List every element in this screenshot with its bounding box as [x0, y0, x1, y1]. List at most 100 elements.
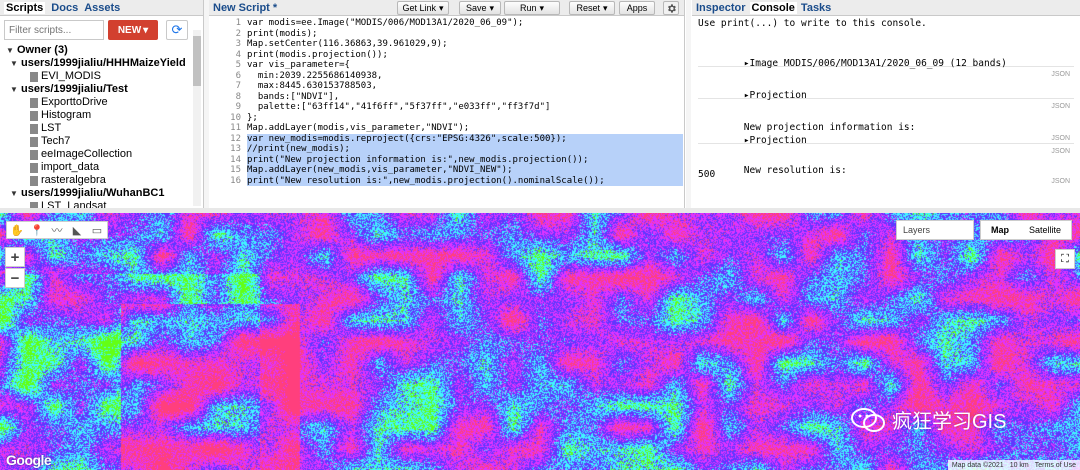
tree-item-label: EVI_MODIS [41, 70, 101, 82]
script-tree: ▼ Owner (3) ▼ users/1999jialiu/HHHMaizeYiel… [0, 44, 203, 208]
code-line[interactable]: var modis=ee.Image("MODIS/006/MOD13A1/20… [247, 18, 683, 29]
chevron-down-icon: ▾ [439, 2, 444, 13]
chevron-down-icon: ▾ [539, 2, 545, 13]
code-line[interactable]: print("New projection information is:",n… [247, 154, 683, 165]
layers-button[interactable]: Layers [896, 220, 974, 240]
scrollbar-thumb[interactable] [193, 36, 201, 86]
tab-tasks[interactable]: Tasks [801, 2, 831, 14]
chevron-down-icon: ▾ [143, 24, 149, 36]
chevron-down-icon: ▾ [602, 2, 608, 13]
marker-icon[interactable]: 📍 [27, 222, 47, 238]
tree-item[interactable]: ▼ users/1999jialiu/WuhanBC1 [6, 187, 203, 200]
file-icon [30, 175, 38, 186]
run-button[interactable]: Run ▾ [504, 1, 560, 15]
line-number: 15 [230, 165, 241, 175]
tree-item[interactable]: ▼ Owner (3) [6, 44, 203, 57]
line-number: 13 [230, 144, 241, 154]
new-button[interactable]: NEW ▾ [108, 20, 158, 40]
fullscreen-button[interactable]: ⛶ [1055, 249, 1075, 269]
tree-item-label: eeImageCollection [41, 148, 133, 160]
code-body[interactable]: 1 2 3 4 5 6 7 8 9 10 11 12 13 14 15 16 var modis=ee.Ima… [209, 16, 684, 208]
map-type-satellite[interactable]: Satellite [1019, 221, 1071, 239]
line-number: 14 [230, 154, 241, 165]
code-header: New Script * Get Link ▾ Save ▾ Run ▾ Reset ▾… [209, 0, 684, 16]
right-tabbar: Inspector Console Tasks [692, 0, 1080, 16]
code-line[interactable]: print(modis.projection()); [247, 50, 683, 61]
code-line[interactable]: var new_modis=modis.reproject({crs:"EPSG… [247, 133, 683, 144]
console-projection-entry-2[interactable]: ▸Projection JSON [698, 124, 1074, 155]
tree-item[interactable]: ExporttoDrive [6, 96, 203, 109]
line-number: 16 [230, 175, 241, 186]
code-line[interactable]: Map.addLayer(new_modis,vis_parameter,"ND… [247, 165, 683, 176]
tree-item[interactable]: import_data [6, 161, 203, 174]
console-image-entry[interactable]: ▸Image MODIS/006/MOD13A1/2020_06_09 (12 … [698, 47, 1074, 78]
code-line[interactable]: bands:["NDVI"], [247, 92, 683, 103]
save-label: Save [465, 3, 487, 13]
new-button-label: NEW [117, 24, 142, 36]
tab-docs[interactable]: Docs [51, 2, 78, 14]
refresh-button[interactable]: ⟳ [166, 20, 188, 40]
file-icon [30, 136, 38, 147]
console-output: Use print(...) to write to this console.… [692, 16, 1080, 185]
code-line[interactable]: var vis_parameter={ [247, 60, 683, 71]
file-icon [30, 71, 38, 82]
caret-down-icon[interactable]: ▼ [10, 83, 18, 96]
rectangle-icon[interactable]: ▭ [87, 222, 107, 238]
tree-item[interactable]: LST [6, 122, 203, 135]
map-view[interactable]: ✋ 📍 〰 ◣ ▭ + − Layers Map Satellite ⛶ 疯狂学… [0, 213, 1080, 470]
image-entry-text: Image MODIS/006/MOD13A1/2020_06_09 (12 b… [749, 58, 1007, 69]
tab-scripts[interactable]: Scripts [4, 1, 46, 14]
code-line[interactable]: min:2039.2255686140938, [247, 71, 683, 82]
tree-item[interactable]: EVI_MODIS [6, 70, 203, 83]
save-button[interactable]: Save ▾ [459, 1, 501, 15]
watermark: 疯狂学习GIS [850, 405, 1006, 434]
tree-item[interactable]: Histogram [6, 109, 203, 122]
apps-label: Apps [626, 3, 648, 13]
zoom-out-button[interactable]: − [5, 268, 25, 288]
tree-item-label: LST [41, 122, 62, 134]
splitter-right[interactable] [686, 0, 691, 208]
refresh-icon: ⟳ [171, 22, 183, 37]
code-line[interactable]: print("New resolution is:",new_modis.pro… [247, 175, 683, 186]
polygon-icon[interactable]: ◣ [67, 222, 87, 238]
tree-item[interactable]: LST_Landsat [6, 200, 203, 208]
map-attribution: Map data ©2021 10 km Terms of Use [947, 460, 1080, 470]
gear-icon [667, 3, 676, 13]
tab-assets[interactable]: Assets [84, 2, 120, 14]
reset-button[interactable]: Reset ▾ [569, 1, 615, 15]
caret-down-icon[interactable]: ▼ [10, 57, 18, 70]
apps-button[interactable]: Apps [619, 1, 655, 15]
hand-icon[interactable]: ✋ [7, 222, 27, 238]
settings-button[interactable] [663, 1, 679, 15]
tab-inspector[interactable]: Inspector [696, 2, 746, 14]
filter-scripts-input[interactable] [4, 20, 104, 40]
tree-item[interactable]: rasteralgebra [6, 174, 203, 187]
terms-link[interactable]: Terms of Use [1035, 462, 1076, 469]
map-type-map[interactable]: Map [981, 221, 1019, 239]
line-number: 2 [235, 28, 241, 39]
code-line[interactable]: }; [247, 113, 683, 124]
console-projection-entry[interactable]: ▸Projection JSON [698, 79, 1074, 110]
code-line[interactable]: Map.setCenter(116.36863,39.961029,9); [247, 39, 683, 50]
code-line[interactable]: //print(new_modis); [247, 144, 683, 155]
scale-text: 10 km [1009, 461, 1029, 469]
code-lines[interactable]: var modis=ee.Image("MODIS/006/MOD13A1/20… [247, 18, 683, 186]
code-line[interactable]: Map.addLayer(modis,vis_parameter,"NDVI")… [247, 123, 683, 134]
tree-item[interactable]: eeImageCollection [6, 148, 203, 161]
tree-item[interactable]: ▼ users/1999jialiu/Test [6, 83, 203, 96]
polyline-icon[interactable]: 〰 [47, 222, 67, 238]
file-icon [30, 123, 38, 134]
caret-down-icon[interactable]: ▼ [6, 44, 14, 57]
tab-console[interactable]: Console [749, 1, 797, 14]
zoom-in-button[interactable]: + [5, 247, 25, 267]
code-line[interactable]: print(modis); [247, 29, 683, 40]
tree-item[interactable]: Tech7 [6, 135, 203, 148]
tree-item[interactable]: ▼ users/1999jialiu/HHHMaizeYield [6, 57, 203, 70]
caret-down-icon[interactable]: ▼ [10, 187, 18, 200]
code-line[interactable]: palette:["63ff14","41f6ff","5f37ff","e03… [247, 102, 683, 113]
get-link-button[interactable]: Get Link ▾ [397, 1, 449, 15]
file-icon [30, 110, 38, 121]
tree-scrollbar[interactable] [193, 30, 201, 206]
code-line[interactable]: max:8445.630153788503, [247, 81, 683, 92]
tree-item-label: Histogram [41, 109, 92, 121]
